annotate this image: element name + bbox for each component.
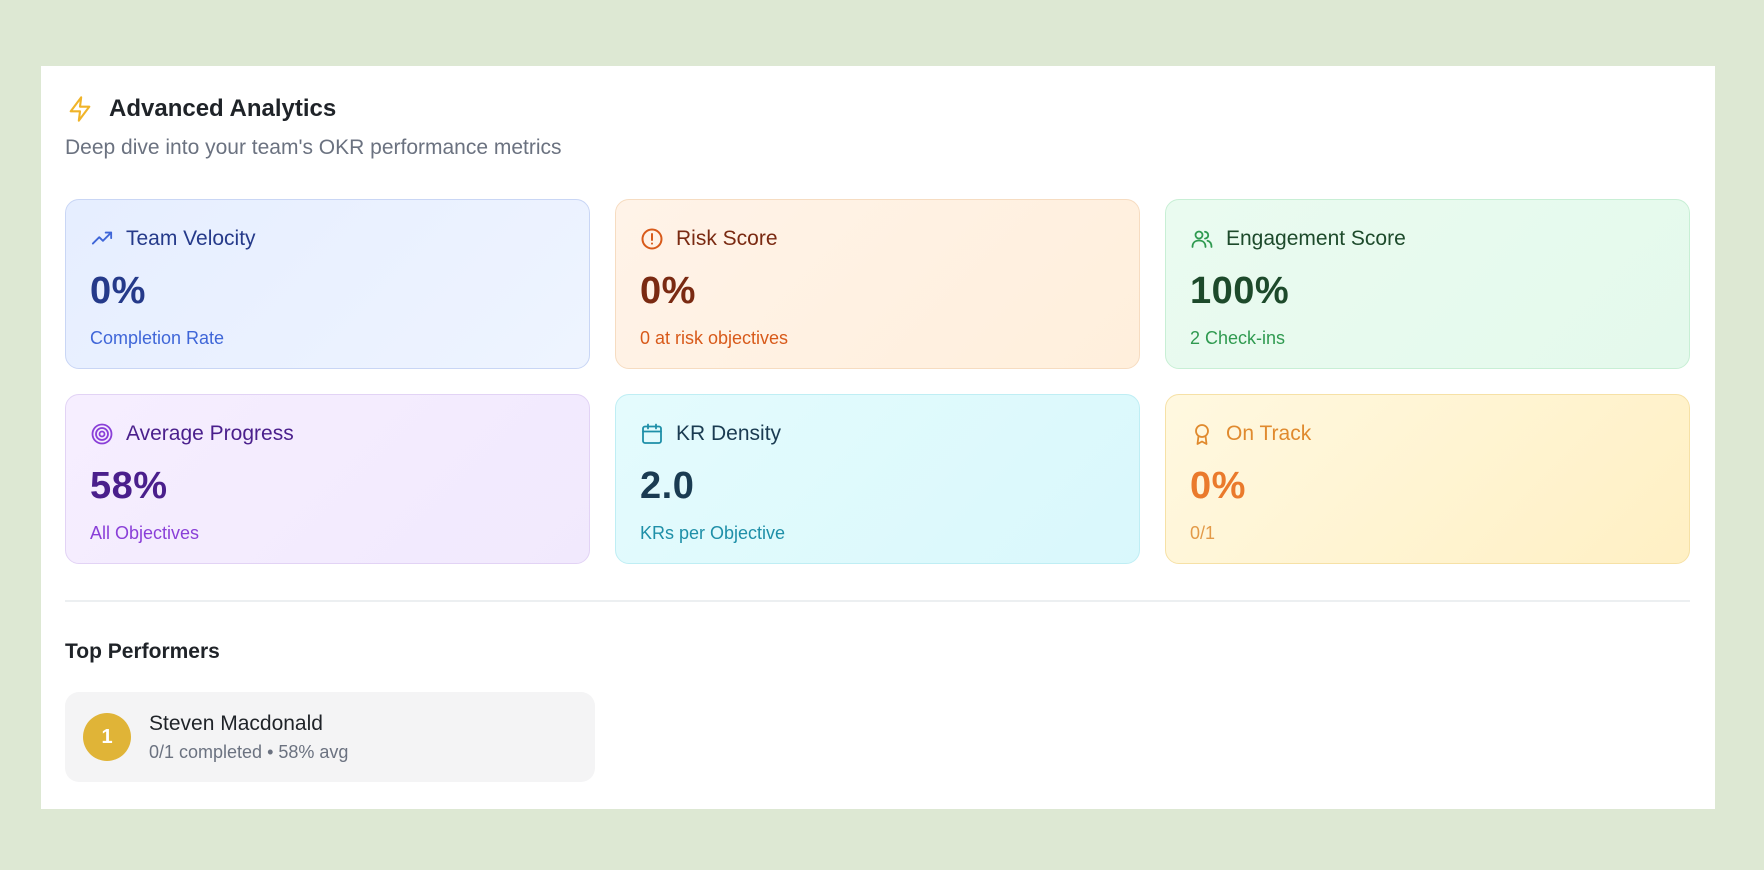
top-performer-item[interactable]: 1 Steven Macdonald 0/1 completed • 58% a… <box>65 692 595 782</box>
trending-up-icon <box>90 227 114 251</box>
target-icon <box>90 422 114 446</box>
page-title: Advanced Analytics <box>109 95 337 122</box>
card-header: Engagement Score <box>1190 226 1665 252</box>
card-label: Risk Score <box>676 227 778 250</box>
card-value: 100% <box>1190 270 1290 312</box>
card-value: 58% <box>90 465 168 507</box>
performer-info: Steven Macdonald 0/1 completed • 58% avg <box>149 712 348 763</box>
metrics-grid: Team Velocity 0% Completion Rate Risk Sc… <box>65 199 1690 564</box>
card-subtext: 2 Check-ins <box>1190 328 1286 348</box>
card-value: 0% <box>640 270 696 312</box>
card-label: On Track <box>1226 422 1312 445</box>
performer-name: Steven Macdonald <box>149 711 323 735</box>
advanced-analytics-panel: Advanced Analytics Deep dive into your t… <box>41 66 1715 809</box>
card-label: Team Velocity <box>126 227 256 250</box>
team-velocity-card: Team Velocity 0% Completion Rate <box>65 199 590 369</box>
card-subtext: KRs per Objective <box>640 523 786 543</box>
card-header: KR Density <box>640 421 1115 447</box>
card-label: KR Density <box>676 422 782 445</box>
performer-stats: 0/1 completed • 58% avg <box>149 741 349 762</box>
card-value: 0% <box>1190 465 1246 507</box>
card-value: 2.0 <box>640 465 695 507</box>
panel-header: Advanced Analytics <box>65 94 336 124</box>
calendar-icon <box>640 422 664 446</box>
page-subtitle: Deep dive into your team's OKR performan… <box>65 136 562 159</box>
users-icon <box>1190 227 1214 251</box>
card-subtext: 0/1 <box>1190 523 1216 543</box>
card-value: 0% <box>90 270 146 312</box>
section-divider <box>65 600 1690 602</box>
lightning-icon <box>65 94 95 124</box>
average-progress-card: Average Progress 58% All Objectives <box>65 394 590 564</box>
rank-badge: 1 <box>83 713 131 761</box>
alert-circle-icon <box>640 227 664 251</box>
card-subtext: 0 at risk objectives <box>640 328 789 348</box>
card-header: On Track <box>1190 421 1665 447</box>
award-icon <box>1190 422 1214 446</box>
top-performers-title: Top Performers <box>65 640 220 663</box>
card-label: Average Progress <box>126 422 294 445</box>
card-subtext: All Objectives <box>90 523 200 543</box>
card-subtext: Completion Rate <box>90 328 225 348</box>
engagement-score-card: Engagement Score 100% 2 Check-ins <box>1165 199 1690 369</box>
card-header: Risk Score <box>640 226 1115 252</box>
on-track-card: On Track 0% 0/1 <box>1165 394 1690 564</box>
card-header: Team Velocity <box>90 226 565 252</box>
kr-density-card: KR Density 2.0 KRs per Objective <box>615 394 1140 564</box>
risk-score-card: Risk Score 0% 0 at risk objectives <box>615 199 1140 369</box>
card-label: Engagement Score <box>1226 227 1406 250</box>
card-header: Average Progress <box>90 421 565 447</box>
